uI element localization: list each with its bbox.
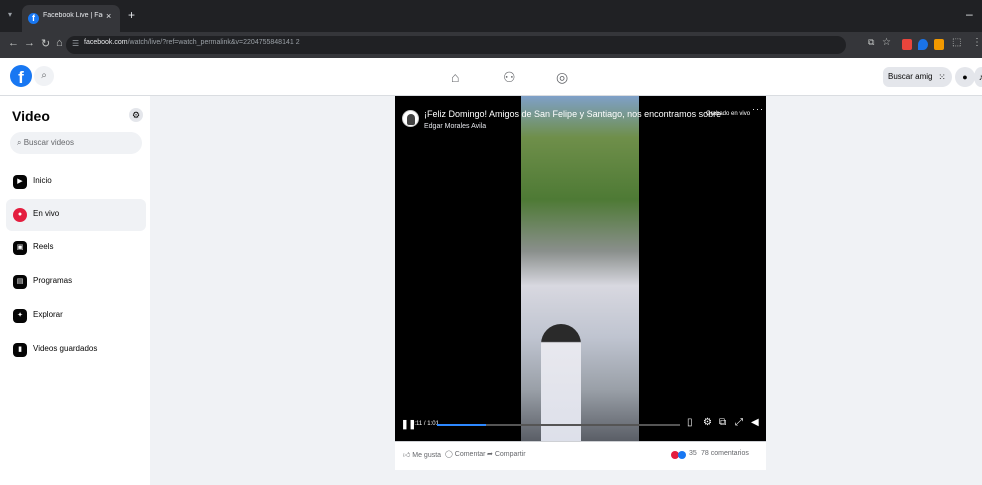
- browser-tab-strip: ▾ f Facebook Live | Facebook × + –: [0, 0, 982, 32]
- comments-count[interactable]: 78 comentarios: [701, 450, 749, 457]
- forward-icon[interactable]: →: [24, 37, 35, 49]
- sidebar-item-reels[interactable]: ▣ Reels: [6, 232, 146, 264]
- programs-icon: ▤: [13, 275, 27, 289]
- settings-gear-icon[interactable]: ⚙: [129, 108, 143, 122]
- sidebar-item-inicio[interactable]: ▶ Inicio: [6, 166, 146, 198]
- home-tab-icon[interactable]: ⌂: [451, 69, 459, 85]
- search-videos-input[interactable]: ⌕ Buscar videos: [10, 132, 142, 154]
- tab-close-icon[interactable]: ×: [106, 11, 111, 21]
- address-bar[interactable]: ☰ facebook.com/watch/live/?ref=watch_per…: [66, 36, 846, 54]
- facebook-favicon-icon: f: [28, 13, 39, 24]
- video-post-card: ¡Feliz Domingo! Amigos de San Felipe y S…: [395, 96, 766, 470]
- facebook-header: f ⌕ ⌂ ⚇ ◎ Buscar amigos ⁙ ● ♪: [0, 58, 982, 96]
- search-videos-placeholder: Buscar videos: [23, 138, 74, 147]
- home-icon: ▶: [13, 175, 27, 189]
- notifications-bell-icon[interactable]: ♪: [974, 67, 982, 87]
- sidebar-title: Video: [12, 108, 50, 124]
- bookmark-star-icon[interactable]: ☆: [882, 37, 891, 48]
- reload-icon[interactable]: ↻: [41, 37, 50, 50]
- friends-tab-icon[interactable]: ⚇: [503, 69, 516, 86]
- back-icon[interactable]: ←: [8, 37, 19, 49]
- tab-search-icon[interactable]: ▾: [8, 10, 12, 19]
- video-title: ¡Feliz Domingo! Amigos de San Felipe y S…: [424, 109, 724, 119]
- more-options-icon[interactable]: ···: [752, 104, 764, 114]
- share-label: Compartir: [494, 451, 526, 458]
- sidebar-item-explorar[interactable]: ✦ Explorar: [6, 300, 146, 332]
- extension-red-icon[interactable]: [902, 39, 912, 50]
- sidebar-item-videos-guardados[interactable]: ▮ Videos guardados: [6, 334, 146, 366]
- sidebar-item-en-vivo[interactable]: ● En vivo: [6, 199, 146, 231]
- comment-label: Comentar: [454, 451, 486, 458]
- video-progress-fill: [437, 424, 486, 426]
- explore-icon: ✦: [13, 309, 27, 323]
- site-info-icon[interactable]: ☰: [72, 39, 79, 48]
- video-sidebar: Video ⚙ ⌕ Buscar videos ▶ Inicio ● En vi…: [0, 96, 150, 485]
- live-icon: ●: [13, 208, 27, 222]
- sidebar-item-label: Inicio: [33, 176, 52, 185]
- sidebar-item-label: Programas: [33, 276, 73, 285]
- groups-tab-icon[interactable]: ◎: [556, 69, 568, 86]
- captions-icon[interactable]: ▯: [687, 417, 693, 428]
- share-button[interactable]: ➦ Compartir: [487, 450, 526, 458]
- sidebar-item-label: Explorar: [33, 310, 63, 319]
- fullscreen-icon[interactable]: ⤢: [735, 417, 743, 428]
- window-minimize-button[interactable]: –: [966, 7, 973, 21]
- install-icon[interactable]: ⧉: [868, 37, 874, 48]
- url-text: facebook.com/watch/live/?ref=watch_perma…: [84, 39, 300, 46]
- new-tab-button[interactable]: +: [128, 8, 135, 22]
- video-frame-image: [521, 96, 639, 441]
- like-label: Me gusta: [412, 452, 442, 459]
- extension-orange-icon[interactable]: [934, 39, 944, 50]
- avatar[interactable]: [402, 110, 419, 127]
- saved-bookmark-icon: ▮: [13, 343, 27, 357]
- menu-grid-icon[interactable]: ⁙: [932, 67, 952, 87]
- browser-menu-icon[interactable]: ⋮: [972, 37, 982, 48]
- picture-in-picture-icon[interactable]: ⧉: [719, 417, 726, 428]
- reels-icon: ▣: [13, 241, 27, 255]
- messenger-icon[interactable]: ●: [955, 67, 975, 87]
- like-reaction-icon: [678, 451, 686, 459]
- like-button[interactable]: 👍︎ Me gusta: [403, 450, 441, 459]
- extension-blue-icon[interactable]: [918, 39, 928, 50]
- search-icon[interactable]: ⌕: [34, 66, 54, 86]
- live-recorded-badge: Grabado en vivo: [706, 111, 751, 117]
- video-player[interactable]: ¡Feliz Domingo! Amigos de San Felipe y S…: [395, 96, 766, 441]
- sidebar-item-programas[interactable]: ▤ Programas: [6, 266, 146, 298]
- settings-gear-icon[interactable]: ⚙: [703, 417, 712, 428]
- video-progress-bar[interactable]: [437, 424, 680, 426]
- facebook-logo-icon[interactable]: f: [10, 65, 32, 87]
- volume-icon[interactable]: ◀: [751, 417, 759, 428]
- video-time: 0:11 / 1:01: [411, 421, 439, 427]
- sidebar-item-label: Reels: [33, 242, 54, 251]
- comment-button[interactable]: ◯ Comentar: [445, 450, 486, 458]
- extensions-puzzle-icon[interactable]: ⬚: [952, 37, 961, 48]
- home-icon[interactable]: ⌂: [56, 37, 63, 49]
- video-author[interactable]: Edgar Morales Avila: [424, 123, 486, 130]
- sidebar-item-label: Videos guardados: [33, 344, 98, 353]
- post-actions-bar: 👍︎ Me gusta ◯ Comentar ➦ Compartir 35 78…: [395, 441, 766, 470]
- sidebar-item-label: En vivo: [33, 209, 60, 218]
- reaction-count[interactable]: 35: [689, 450, 697, 457]
- browser-toolbar: ← → ↻ ⌂ ☰ facebook.com/watch/live/?ref=w…: [0, 32, 982, 58]
- browser-tab[interactable]: f Facebook Live | Facebook ×: [22, 5, 120, 32]
- tab-title: Facebook Live | Facebook: [43, 12, 103, 19]
